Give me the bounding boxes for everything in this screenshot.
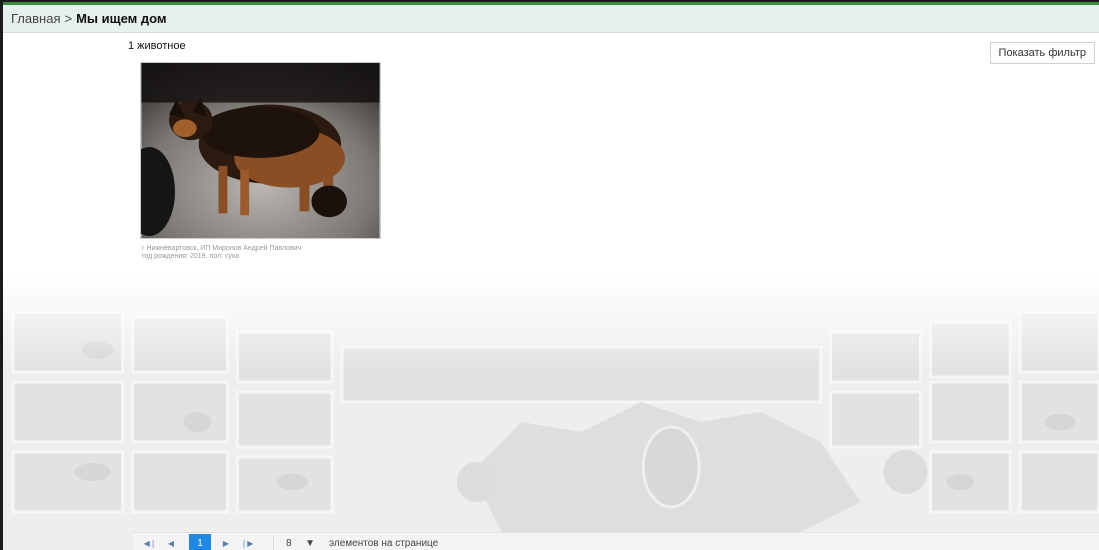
animal-details: год рождения: 2019, пол: сука bbox=[142, 253, 240, 260]
animal-caption: г Нижневартовск, ИП Миронов Андрей Павло… bbox=[140, 245, 385, 261]
breadcrumb-current: Мы ищем дом bbox=[76, 11, 167, 26]
animal-location: г Нижневартовск, ИП Миронов Андрей Павло… bbox=[142, 245, 302, 252]
prev-page-icon[interactable]: ◀ bbox=[162, 535, 180, 550]
breadcrumb-home-link[interactable]: Главная bbox=[11, 11, 60, 26]
show-filter-button[interactable]: Показать фильтр bbox=[989, 42, 1095, 64]
animal-photo[interactable] bbox=[140, 62, 381, 239]
per-page-label: элементов на странице bbox=[329, 538, 439, 549]
next-page-icon[interactable]: ▶ bbox=[217, 535, 235, 550]
results-count: 1 животное bbox=[128, 40, 186, 52]
last-page-icon[interactable]: ❘▶ bbox=[238, 535, 256, 550]
background-illustration bbox=[3, 272, 1099, 550]
pager: ◀❘ ◀ 1 ▶ ❘▶ 8 ▼ элементов на странице bbox=[133, 532, 1099, 550]
animal-card[interactable]: г Нижневартовск, ИП Миронов Андрей Павло… bbox=[140, 62, 385, 261]
page-size-select[interactable]: 8 ▼ bbox=[273, 534, 321, 550]
chevron-down-icon: ▼ bbox=[305, 538, 315, 549]
page-frame: Главная > Мы ищем дом 1 животное Показат… bbox=[0, 0, 1099, 550]
pager-current-page[interactable]: 1 bbox=[189, 533, 211, 550]
first-page-icon[interactable]: ◀❘ bbox=[141, 535, 159, 550]
breadcrumb-separator: > bbox=[64, 11, 73, 26]
breadcrumb: Главная > Мы ищем дом bbox=[3, 5, 1099, 33]
page-size-value: 8 bbox=[286, 538, 292, 549]
